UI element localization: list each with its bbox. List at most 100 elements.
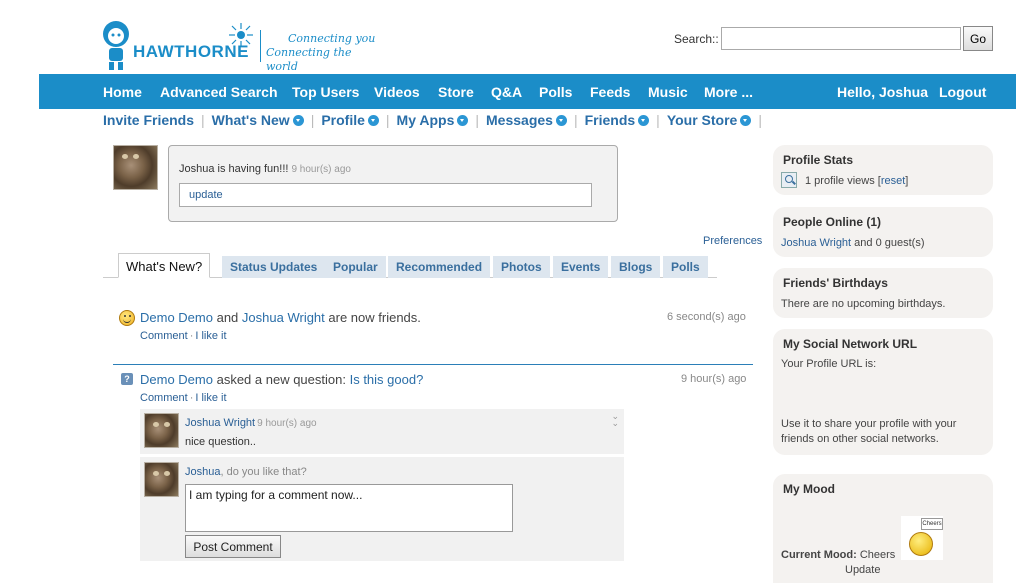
update-mood-link[interactable]: Update — [845, 563, 880, 578]
profile-stats-box: Profile Stats 1 profile views [reset] — [773, 145, 993, 195]
dropdown-arrow-icon[interactable] — [638, 115, 650, 126]
comment-link[interactable]: Comment — [140, 392, 188, 404]
logo-separator — [260, 30, 261, 62]
tab-status-updates[interactable]: Status Updates — [222, 256, 326, 278]
tab-popular[interactable]: Popular — [325, 256, 386, 278]
comment-item: Joshua Wright 9 hour(s) ago nice question… — [140, 409, 624, 454]
feed-actor-link[interactable]: Joshua Wright — [242, 310, 325, 325]
tab-whats-new[interactable]: What's New? — [118, 253, 211, 278]
question-icon: ? — [121, 373, 133, 385]
feed-action-text: asked a new question: — [216, 372, 346, 387]
logo-mascot-icon — [103, 21, 129, 70]
status-update-input[interactable]: update — [179, 183, 592, 207]
tab-polls[interactable]: Polls — [663, 256, 708, 278]
comment-prompt: Joshua, do you like that? — [185, 466, 307, 478]
status-text: Joshua is having fun!!! — [179, 163, 289, 175]
nav-polls[interactable]: Polls — [539, 84, 572, 100]
nav-store[interactable]: Store — [438, 84, 474, 100]
comment-compose: Joshua, do you like that? I am typing fo… — [140, 457, 624, 561]
feed-action-text: are now friends. — [328, 310, 421, 325]
user-greeting: Hello, Joshua — [837, 84, 929, 100]
feed-item-2-text: Demo Demo asked a new question: Is this … — [140, 372, 423, 387]
tab-photos[interactable]: Photos — [493, 256, 550, 278]
nav-videos[interactable]: Videos — [374, 84, 420, 100]
tagline-line-1: Connecting you — [288, 32, 376, 45]
subnav-whats-new-label: What's New — [211, 112, 290, 128]
separator: | — [385, 112, 390, 128]
subnav-invite-friends[interactable]: Invite Friends — [103, 112, 194, 128]
comment-textarea[interactable]: I am typing for a comment now... — [185, 484, 513, 532]
like-link[interactable]: I like it — [195, 392, 226, 404]
profile-views-count: 1 profile views [ — [805, 175, 881, 187]
birthdays-text: There are no upcoming birthdays. — [781, 298, 946, 310]
like-link[interactable]: I like it — [195, 330, 226, 342]
people-online-box: People Online (1) Joshua Wright and 0 gu… — [773, 207, 993, 257]
reset-link[interactable]: reset — [881, 175, 905, 187]
comment-text: nice question.. — [185, 436, 256, 448]
collapse-chevron-icon[interactable]: ⌄ ⌄ — [611, 412, 619, 428]
mood-cheers-icon: Cheers — [901, 516, 943, 560]
sub-nav: Invite Friends | What's New | Profile | My App… — [103, 112, 769, 130]
social-url-title: My Social Network URL — [783, 337, 918, 351]
tab-recommended[interactable]: Recommended — [388, 256, 491, 278]
online-user-link[interactable]: Joshua Wright — [781, 237, 851, 249]
feed-conjunction: and — [216, 310, 239, 325]
nav-qa[interactable]: Q&A — [491, 84, 522, 100]
comment-link[interactable]: Comment — [140, 330, 188, 342]
user-avatar[interactable] — [113, 145, 158, 190]
separator: · — [189, 392, 194, 404]
nav-music[interactable]: Music — [648, 84, 688, 100]
status-time: 9 hour(s) ago — [291, 164, 351, 175]
birthdays-title: Friends' Birthdays — [783, 276, 888, 290]
commenter-avatar[interactable] — [144, 413, 179, 448]
nav-top-users[interactable]: Top Users — [292, 84, 359, 100]
dropdown-arrow-icon[interactable] — [292, 115, 304, 126]
subnav-whats-new[interactable]: What's New — [212, 112, 304, 128]
composer-avatar[interactable] — [144, 462, 179, 497]
nav-more[interactable]: More ... — [704, 84, 753, 100]
post-comment-button[interactable]: Post Comment — [185, 535, 281, 558]
subnav-profile[interactable]: Profile — [321, 112, 379, 128]
comment-prompt-text: , do you like that? — [220, 466, 307, 478]
composer-name-link[interactable]: Joshua — [185, 466, 220, 478]
preferences-link[interactable]: Preferences — [703, 235, 762, 247]
tab-events[interactable]: Events — [553, 256, 609, 278]
dropdown-arrow-icon[interactable] — [457, 115, 469, 126]
tab-blogs[interactable]: Blogs — [611, 256, 661, 278]
logo-tagline: Connecting you Connecting the world — [266, 32, 380, 74]
feed-item-2-actions: Comment · I like it — [140, 392, 227, 404]
dropdown-arrow-icon[interactable] — [555, 115, 567, 126]
logo-wordmark: HAWTHORNE — [133, 42, 249, 61]
subnav-my-apps[interactable]: My Apps — [397, 112, 469, 128]
nav-home[interactable]: Home — [103, 84, 142, 100]
mood-box: My Mood Cheers Current Mood: Cheers Upda… — [773, 474, 993, 583]
nav-advanced-search[interactable]: Advanced Search — [160, 84, 278, 100]
current-mood-value: Cheers — [859, 549, 896, 561]
subnav-profile-label: Profile — [321, 112, 365, 128]
subnav-friends[interactable]: Friends — [585, 112, 650, 128]
subnav-messages[interactable]: Messages — [486, 112, 567, 128]
separator: | — [475, 112, 480, 128]
comment-author-link[interactable]: Joshua Wright — [185, 417, 255, 429]
dropdown-arrow-icon[interactable] — [367, 115, 379, 126]
feed-actor-link[interactable]: Demo Demo — [140, 310, 213, 325]
comment-author-line: Joshua Wright 9 hour(s) ago — [185, 417, 317, 429]
feed-divider — [113, 364, 753, 365]
question-link[interactable]: Is this good? — [350, 372, 424, 387]
separator: | — [573, 112, 578, 128]
subnav-my-apps-label: My Apps — [396, 112, 455, 128]
search-go-button[interactable]: Go — [963, 26, 993, 51]
separator: · — [189, 330, 194, 342]
search-input[interactable] — [721, 27, 961, 50]
feed-item-1-actions: Comment · I like it — [140, 330, 227, 342]
separator: | — [656, 112, 660, 128]
dropdown-arrow-icon[interactable] — [740, 115, 752, 126]
nav-feeds[interactable]: Feeds — [590, 84, 630, 100]
subnav-friends-label: Friends — [584, 112, 636, 128]
feed-actor-link[interactable]: Demo Demo — [140, 372, 213, 387]
site-logo[interactable]: HAWTHORNE Connecting you Connecting the … — [100, 18, 380, 74]
feed-item-1-time: 6 second(s) ago — [667, 311, 746, 323]
subnav-your-store[interactable]: Your Store — [667, 112, 752, 128]
logout-link[interactable]: Logout — [939, 84, 986, 100]
online-guests-text: and 0 guest(s) — [854, 237, 925, 249]
